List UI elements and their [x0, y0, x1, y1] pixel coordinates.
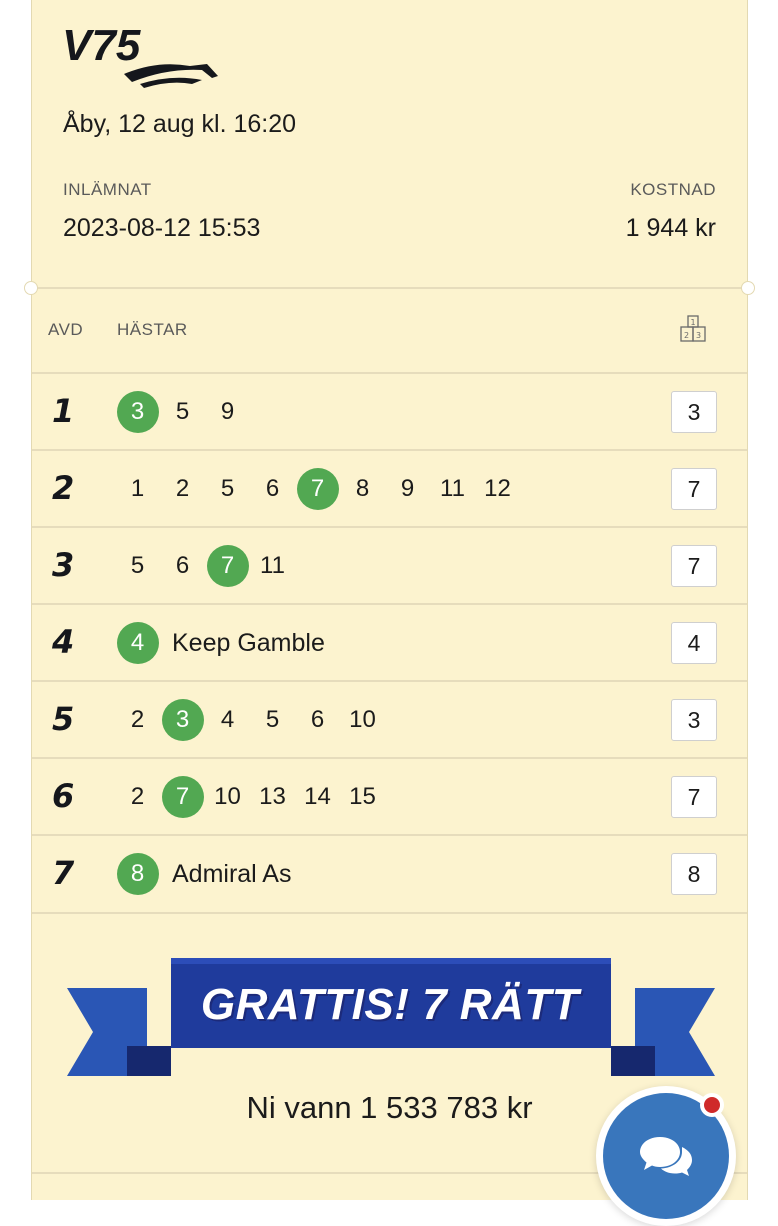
- winning-horse-badge: 4: [116, 622, 159, 664]
- horse-number: 2: [130, 706, 145, 733]
- race-row: 2 1 2 5 6 7 8 9 11 12 7: [32, 449, 747, 526]
- ticket-notch-right: [741, 281, 755, 295]
- winner-result-box: 3: [671, 699, 717, 741]
- ticket-notch-left: [24, 281, 38, 295]
- horse-selection-list: 5 6 7 11: [115, 545, 295, 587]
- coupon-card: V75 Åby, 12 aug kl. 16:20 INLÄMNAT KOSTN…: [24, 0, 755, 1200]
- horse-number: 10: [214, 783, 241, 810]
- winning-horse-badge: 3: [116, 391, 159, 433]
- horse-number: 15: [349, 783, 376, 810]
- horse-selection-list: 4 Keep Gamble: [115, 622, 325, 664]
- race-row: 5 2 3 4 5 6 10 3: [32, 680, 747, 757]
- podium-icon: 1 2 3: [680, 315, 706, 342]
- horse-number: 6: [175, 552, 190, 579]
- horse-name: Admiral As: [172, 859, 292, 888]
- svg-text:3: 3: [696, 331, 701, 340]
- horse-name: Keep Gamble: [172, 628, 325, 657]
- congrats-banner-text: GRATTIS! 7 RÄTT: [200, 980, 580, 1029]
- horse-number: 5: [130, 552, 145, 579]
- race-number: 6: [52, 777, 75, 815]
- horse-number: 10: [349, 706, 376, 733]
- submitted-label: INLÄMNAT: [63, 180, 152, 199]
- race-number: 3: [52, 546, 75, 584]
- winner-result-box: 7: [671, 776, 717, 818]
- table-bottom-divider: [32, 912, 747, 914]
- horse-number: 9: [220, 398, 235, 425]
- cost-label: KOSTNAD: [630, 180, 716, 199]
- horse-number: 2: [175, 475, 190, 502]
- horse-number: 12: [484, 475, 511, 502]
- winner-result-box: 4: [671, 622, 717, 664]
- horse-number: 6: [265, 475, 280, 502]
- chat-notification-dot: [700, 1093, 724, 1117]
- v75-logo: V75: [62, 26, 218, 88]
- race-row: 7 8 Admiral As 8: [32, 834, 747, 911]
- chat-bubbles-icon: [640, 1137, 692, 1176]
- race-number: 4: [52, 623, 75, 661]
- ticket-divider: [32, 287, 747, 289]
- horse-number: 9: [400, 475, 415, 502]
- column-header-horses: HÄSTAR: [117, 320, 188, 339]
- winner-result-box: 3: [671, 391, 717, 433]
- race-row: 13593: [32, 372, 747, 449]
- cost-value: 1 944 kr: [625, 214, 716, 242]
- winning-horse-badge: 7: [206, 545, 249, 587]
- winning-horse-badge: 7: [161, 776, 204, 818]
- horse-selection-list: 35 9: [115, 391, 250, 433]
- horse-selection-list: 8 Admiral As: [115, 853, 291, 895]
- race-number: 1: [52, 392, 75, 430]
- winning-horse-badge: 7: [296, 468, 339, 510]
- horse-number: 8: [355, 475, 370, 502]
- winner-result-box: 7: [671, 545, 717, 587]
- winner-result-box: 8: [671, 853, 717, 895]
- horse-selection-list: 2 3 4 5 6 10: [115, 699, 385, 741]
- race-title: Åby, 12 aug kl. 16:20: [63, 110, 297, 138]
- svg-text:1: 1: [691, 318, 696, 327]
- winning-horse-badge: 8: [116, 853, 159, 895]
- race-number: 2: [52, 469, 75, 507]
- race-row: 4 4 Keep Gamble 4: [32, 603, 747, 680]
- winning-horse-badge: 3: [161, 699, 204, 741]
- horse-number: 5: [175, 398, 190, 425]
- horse-number: 2: [130, 783, 145, 810]
- horse-number: 4: [220, 706, 235, 733]
- race-number: 7: [52, 854, 75, 892]
- svg-text:V75: V75: [62, 26, 141, 70]
- horse-number: 13: [259, 783, 286, 810]
- horse-number: 5: [265, 706, 280, 733]
- race-row: 6 2 7 10 13 14 15 7: [32, 757, 747, 834]
- column-header-race: AVD: [48, 320, 84, 339]
- horse-number: 14: [304, 783, 331, 810]
- horse-number: 5: [220, 475, 235, 502]
- horse-number: 6: [310, 706, 325, 733]
- horse-number: 11: [260, 552, 285, 579]
- race-row: 3 5 6 7 11 7: [32, 526, 747, 603]
- horse-number: 11: [440, 475, 465, 502]
- svg-text:2: 2: [684, 331, 689, 340]
- horse-selection-list: 1 2 5 6 7 8 9 11 12: [115, 468, 520, 510]
- winner-result-box: 7: [671, 468, 717, 510]
- horse-selection-list: 2 7 10 13 14 15: [115, 776, 385, 818]
- submitted-value: 2023-08-12 15:53: [63, 214, 261, 242]
- horse-number: 1: [130, 475, 145, 502]
- race-number: 5: [52, 700, 75, 738]
